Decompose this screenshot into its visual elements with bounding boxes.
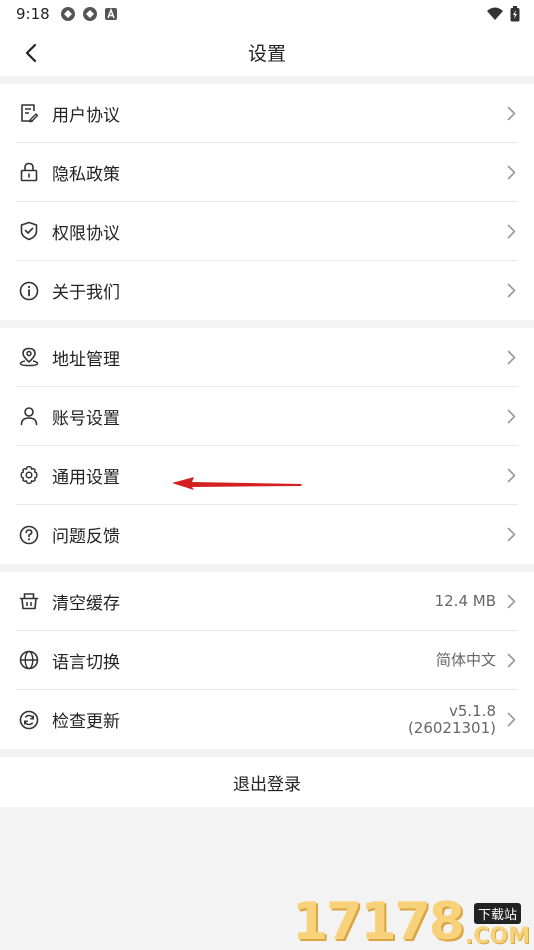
version-value: v5.1.8 (26021301): [407, 701, 496, 737]
app-notification-icon: [60, 7, 75, 21]
privacy-policy-label: 隐私政策: [52, 164, 120, 185]
question-icon: [17, 523, 41, 547]
account-settings-item[interactable]: 账号设置: [16, 387, 518, 446]
app-notification-icon: [82, 7, 97, 21]
version-number: v5.1.8: [448, 701, 496, 720]
chevron-right-icon: [504, 163, 518, 181]
notification-icons: [60, 6, 118, 22]
user-agreement-label: 用户协议: [52, 105, 120, 126]
language-switch-label: 语言切换: [52, 652, 120, 673]
globe-icon: [17, 648, 41, 672]
chevron-right-icon: [504, 592, 518, 610]
about-us-label: 关于我们: [52, 283, 120, 303]
permission-agreement-label: 权限协议: [52, 223, 120, 244]
watermark-number: 17178: [291, 892, 465, 950]
a-notification-icon: [104, 7, 117, 20]
gear-icon: [17, 463, 41, 487]
chevron-right-icon: [504, 282, 518, 300]
cache-size-value: 12.4 MB: [434, 591, 496, 610]
settings-group-info: 用户协议 隐私政策 权限协议 关于我们: [0, 84, 534, 320]
user-icon: [17, 404, 41, 428]
clear-cache-label: 清空缓存: [52, 593, 120, 614]
chevron-right-icon: [504, 711, 518, 729]
watermark-suffix: .COM: [464, 924, 530, 949]
chevron-right-icon: [504, 222, 518, 240]
title-bar: 设置: [0, 28, 534, 76]
chevron-right-icon: [504, 104, 518, 122]
permission-agreement-item[interactable]: 权限协议: [16, 202, 518, 261]
chevron-right-icon: [504, 466, 518, 484]
version-build: (26021301): [407, 718, 496, 737]
logout-button[interactable]: 退出登录: [0, 757, 534, 807]
clear-cache-item[interactable]: 清空缓存 12.4 MB: [16, 572, 518, 631]
status-bar: 9:18: [0, 0, 534, 28]
chevron-right-icon: [504, 526, 518, 544]
basket-icon: [17, 589, 41, 613]
battery-icon: [510, 6, 520, 22]
account-settings-label: 账号设置: [52, 408, 120, 429]
address-management-label: 地址管理: [52, 349, 120, 370]
check-update-label: 检查更新: [52, 712, 120, 732]
user-agreement-item[interactable]: 用户协议: [16, 84, 518, 143]
page-title: 设置: [247, 42, 286, 65]
refresh-icon: [17, 708, 41, 732]
settings-group-app: 清空缓存 12.4 MB 语言切换 简体中文 检查更新 v5.1.8 (2602…: [0, 572, 534, 749]
chevron-right-icon: [504, 348, 518, 366]
back-button[interactable]: [18, 40, 44, 66]
annotation-arrow: [172, 477, 302, 490]
watermark-logo: 17178 下载站 .COM: [292, 896, 530, 948]
info-icon: [17, 279, 41, 303]
address-management-item[interactable]: 地址管理: [16, 328, 518, 387]
chevron-left-icon: [25, 43, 37, 63]
chevron-right-icon: [504, 407, 518, 425]
feedback-item[interactable]: 问题反馈: [16, 505, 518, 564]
check-update-item[interactable]: 检查更新 v5.1.8 (26021301): [16, 690, 518, 749]
language-value: 简体中文: [435, 650, 496, 669]
feedback-label: 问题反馈: [52, 527, 120, 547]
document-edit-icon: [17, 101, 41, 125]
watermark-tag: 下载站: [473, 903, 521, 924]
language-switch-item[interactable]: 语言切换 简体中文: [16, 631, 518, 690]
about-us-item[interactable]: 关于我们: [16, 261, 518, 320]
settings-group-account: 地址管理 账号设置 通用设置 问题反馈: [0, 328, 534, 564]
lock-icon: [17, 160, 41, 184]
location-pin-icon: [17, 345, 41, 369]
privacy-policy-item[interactable]: 隐私政策: [16, 143, 518, 202]
status-time: 9:18: [16, 5, 50, 23]
shield-check-icon: [17, 219, 41, 243]
chevron-right-icon: [504, 651, 518, 669]
wifi-icon: [487, 7, 503, 20]
